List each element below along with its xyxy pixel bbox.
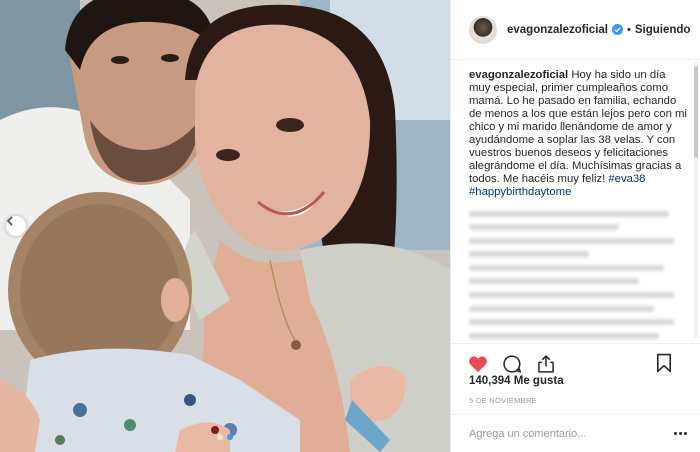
avatar[interactable] [469,15,497,44]
heart-icon [469,355,487,372]
more-dot [684,432,687,435]
likes-count[interactable]: 140,394 Me gusta [469,375,564,387]
comment-button[interactable] [501,353,523,375]
photo-illustration [0,0,450,452]
post-date[interactable]: 5 DE NOVIEMBRE [469,396,537,405]
comment-icon [503,354,522,373]
comment-input[interactable] [469,427,659,440]
header-separator: • [626,23,631,36]
following-button[interactable]: Siguiendo [635,24,691,36]
carousel-dot [217,434,223,440]
like-button[interactable] [467,353,489,375]
blurred-comment-line [469,238,674,244]
previous-slide-button[interactable] [6,216,26,236]
bookmark-icon [656,353,672,373]
blurred-comment-line [469,333,659,339]
blurred-comments [469,211,687,339]
carousel-indicator [217,434,233,440]
blurred-comment-line [469,278,639,284]
verified-badge-icon [611,24,623,35]
carousel-dot-active [227,434,233,440]
caption-text: Hoy ha sido un día muy especial, primer … [469,69,687,185]
comments-area[interactable]: evagonzalezoficial Hoy ha sido un día mu… [451,61,700,343]
caption-username[interactable]: evagonzalezoficial [469,69,568,81]
hashtag-link[interactable]: #happybirthdaytome [469,186,571,198]
blurred-comment-line [469,251,589,257]
post-photo[interactable] [0,0,450,452]
caption: evagonzalezoficial Hoy ha sido un día mu… [469,69,687,199]
post-details-panel: evagonzalezoficial • Siguiendo evagonzal… [450,0,700,452]
share-icon [538,354,554,373]
more-dot [679,432,682,435]
comments-scrollbar-thumb[interactable] [694,66,698,158]
blurred-comment-line [469,319,674,325]
share-button[interactable] [535,353,557,375]
blurred-comment-line [469,306,654,312]
more-dot [674,432,677,435]
blurred-comment-line [469,292,674,298]
blurred-comment-line [469,265,664,271]
save-button[interactable] [653,352,675,374]
chevron-left-icon [6,216,13,226]
header-username[interactable]: evagonzalezoficial [507,24,608,36]
hashtag-link[interactable]: #eva38 [608,173,645,185]
more-options-icon[interactable] [674,432,687,435]
blurred-comment-line [469,211,669,217]
add-comment-section [451,414,700,452]
blurred-comment-line [469,224,619,230]
post-header: evagonzalezoficial • Siguiendo [451,0,700,60]
